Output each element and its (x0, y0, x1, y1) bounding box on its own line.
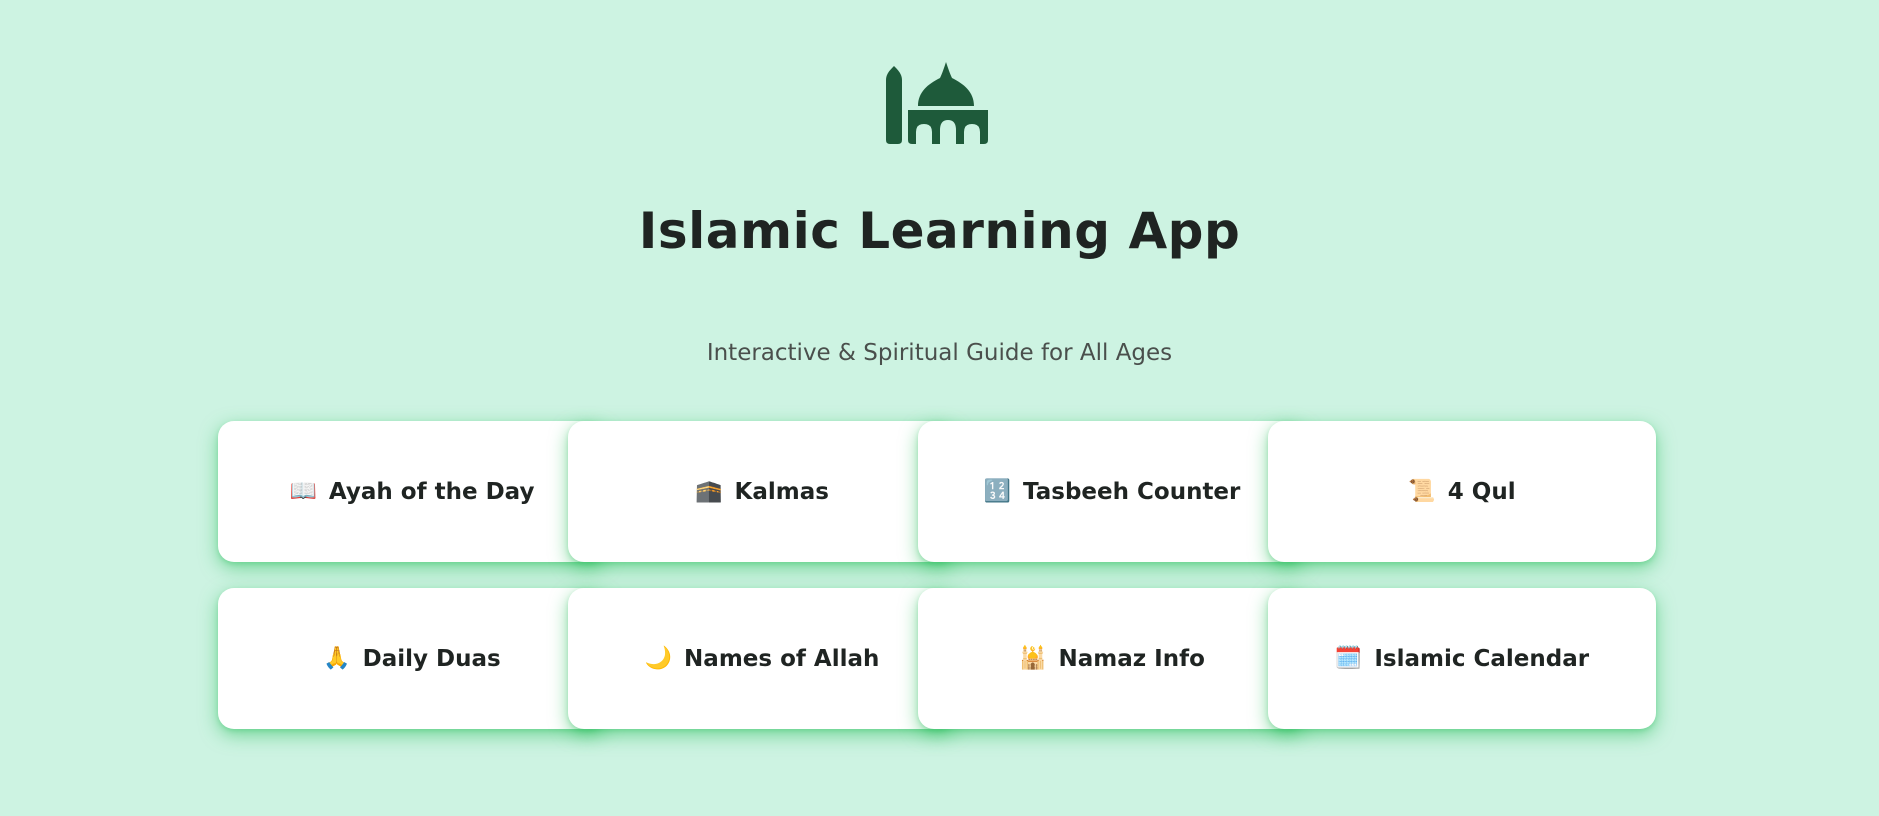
card-namaz-info[interactable]: 🕌 Namaz Info (918, 588, 1306, 729)
counter-icon: 🔢 (983, 478, 1012, 504)
card-kalmas[interactable]: 🕋 Kalmas (568, 421, 956, 562)
card-islamic-calendar[interactable]: 🗓️ Islamic Calendar (1268, 588, 1656, 729)
praying-hands-icon: 🙏 (323, 645, 351, 671)
card-label: Ayah of the Day (328, 478, 535, 505)
card-label: Tasbeeh Counter (1023, 478, 1241, 505)
card-label: 4 Qul (1447, 478, 1516, 505)
card-4-qul[interactable]: 📜 4 Qul (1268, 421, 1656, 562)
card-label: Namaz Info (1058, 645, 1205, 672)
kaaba-icon: 🕋 (695, 478, 723, 504)
card-ayah-of-the-day[interactable]: 📖 Ayah of the Day (218, 421, 606, 562)
card-daily-duas[interactable]: 🙏 Daily Duas (218, 588, 606, 729)
calendar-icon: 🗓️ (1334, 645, 1363, 671)
scroll-icon: 📜 (1408, 478, 1436, 504)
mosque-icon: 🕌 (1019, 645, 1047, 671)
card-label: Islamic Calendar (1374, 645, 1590, 672)
open-book-icon: 📖 (289, 478, 317, 504)
mosque-logo-icon (884, 60, 988, 144)
page-title: Islamic Learning App (638, 202, 1241, 260)
page-subtitle: Interactive & Spiritual Guide for All Ag… (706, 340, 1173, 366)
card-label: Kalmas (734, 478, 829, 505)
crescent-moon-icon: 🌙 (644, 645, 673, 671)
card-tasbeeh-counter[interactable]: 🔢 Tasbeeh Counter (918, 421, 1306, 562)
feature-grid: 📖 Ayah of the Day 🕋 Kalmas 🔢 Tasbeeh Cou… (218, 421, 1656, 729)
card-label: Names of Allah (684, 645, 880, 672)
card-label: Daily Duas (362, 645, 501, 672)
card-names-of-allah[interactable]: 🌙 Names of Allah (568, 588, 956, 729)
